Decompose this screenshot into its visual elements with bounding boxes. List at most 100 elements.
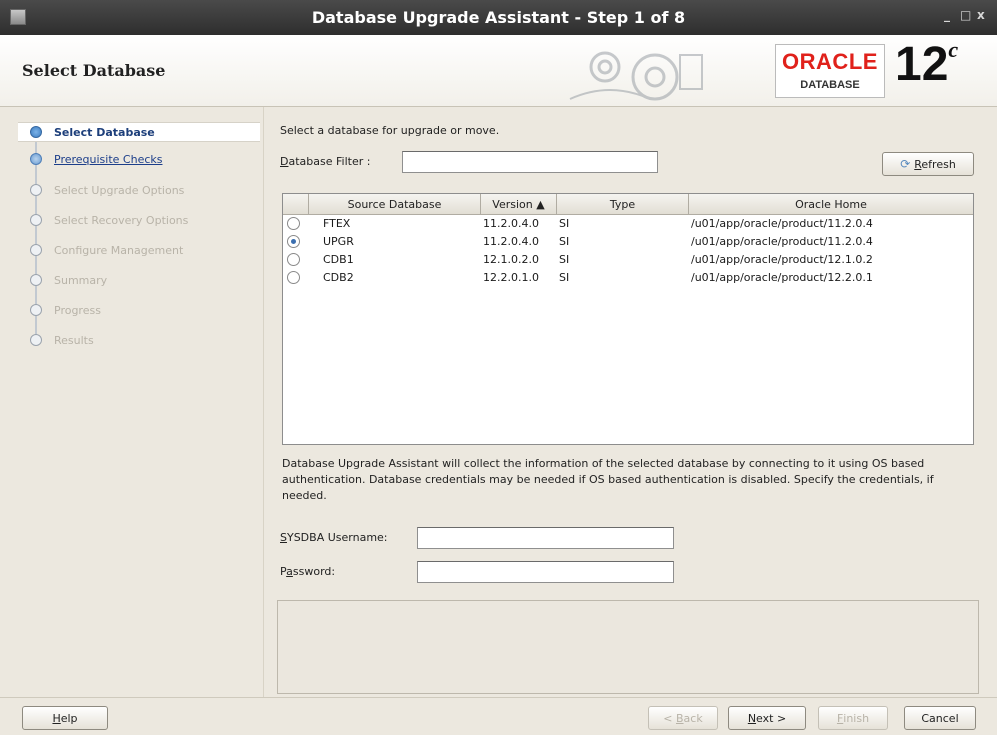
instruction-text: Select a database for upgrade or move. bbox=[280, 124, 500, 137]
step-navigator: Select Database Prerequisite Checks Sele… bbox=[18, 117, 260, 694]
oracle-logo-database: DATABASE bbox=[800, 79, 860, 91]
version-suffix: c bbox=[948, 37, 959, 62]
mnemonic: B bbox=[676, 711, 684, 725]
label-text: elp bbox=[60, 711, 78, 725]
row-radio[interactable] bbox=[287, 271, 300, 284]
column-header-version[interactable]: Version ▲ bbox=[481, 194, 557, 215]
cell-source: CDB1 bbox=[323, 253, 354, 266]
row-radio[interactable] bbox=[287, 217, 300, 230]
label-text: efresh bbox=[921, 157, 956, 171]
step-select-database[interactable]: Select Database bbox=[18, 122, 260, 142]
cell-oracle-home: /u01/app/oracle/product/11.2.0.4 bbox=[691, 217, 873, 230]
step-label: Progress bbox=[54, 303, 101, 317]
cell-source: CDB2 bbox=[323, 271, 354, 284]
password-label: Password: bbox=[280, 565, 335, 578]
panel-divider bbox=[263, 107, 264, 697]
step-pending-icon bbox=[30, 214, 42, 226]
step-results: Results bbox=[18, 330, 260, 350]
cell-oracle-home: /u01/app/oracle/product/11.2.0.4 bbox=[691, 235, 873, 248]
credentials-info-text: Database Upgrade Assistant will collect … bbox=[282, 457, 934, 502]
refresh-button[interactable]: ⟳ Refresh bbox=[882, 152, 974, 176]
column-header-source-database[interactable]: Source Database bbox=[309, 194, 481, 215]
step-current-icon bbox=[30, 126, 42, 138]
footer-divider bbox=[0, 697, 997, 698]
message-panel bbox=[277, 600, 979, 694]
sysdba-username-input[interactable] bbox=[417, 527, 674, 549]
version-number: 12 bbox=[895, 38, 949, 91]
step-label: Select Upgrade Options bbox=[54, 183, 185, 197]
cell-type: SI bbox=[559, 235, 570, 248]
cell-source: FTEX bbox=[323, 217, 351, 230]
step-label: Select Database bbox=[54, 125, 155, 139]
cell-oracle-home: /u01/app/oracle/product/12.1.0.2 bbox=[691, 253, 873, 266]
label-text: inish bbox=[843, 711, 870, 725]
table-row[interactable]: CDB2 12.2.0.1.0 SI /u01/app/oracle/produ… bbox=[283, 270, 973, 286]
step-select-upgrade-options: Select Upgrade Options bbox=[18, 180, 260, 200]
cell-version: 11.2.0.4.0 bbox=[483, 235, 539, 248]
next-button[interactable]: Next > bbox=[728, 706, 806, 730]
step-pending-icon bbox=[30, 274, 42, 286]
cell-version: 11.2.0.4.0 bbox=[483, 217, 539, 230]
version-badge: 12c bbox=[895, 38, 958, 91]
label-text: ssword: bbox=[292, 565, 336, 578]
window-title: Database Upgrade Assistant - Step 1 of 8 bbox=[311, 8, 686, 27]
step-pending-icon bbox=[30, 334, 42, 346]
cell-version: 12.2.0.1.0 bbox=[483, 271, 539, 284]
cell-type: SI bbox=[559, 271, 570, 284]
dbua-window: Database Upgrade Assistant - Step 1 of 8… bbox=[0, 0, 997, 735]
step-prerequisite-checks[interactable]: Prerequisite Checks bbox=[18, 149, 260, 169]
minimize-icon[interactable]: _ bbox=[944, 8, 950, 22]
page-title: Select Database bbox=[22, 61, 166, 80]
table-header: Source Database Version ▲ Type Oracle Ho… bbox=[283, 194, 973, 215]
step-summary: Summary bbox=[18, 270, 260, 290]
table-row[interactable]: UPGR 11.2.0.4.0 SI /u01/app/oracle/produ… bbox=[283, 234, 973, 250]
sysdba-username-label: SYSDBA Username: bbox=[280, 531, 388, 544]
password-input[interactable] bbox=[417, 561, 674, 583]
title-bar[interactable]: Database Upgrade Assistant - Step 1 of 8… bbox=[0, 0, 997, 35]
table-row[interactable]: FTEX 11.2.0.4.0 SI /u01/app/oracle/produ… bbox=[283, 216, 973, 232]
mnemonic: a bbox=[286, 565, 293, 578]
step-label: Prerequisite Checks bbox=[54, 152, 163, 166]
cancel-button[interactable]: Cancel bbox=[904, 706, 976, 730]
step-pending-icon bbox=[30, 184, 42, 196]
column-header-type[interactable]: Type bbox=[557, 194, 689, 215]
step-configure-management: Configure Management bbox=[18, 240, 260, 260]
step-label: Select Recovery Options bbox=[54, 213, 189, 227]
refresh-label: Refresh bbox=[914, 158, 956, 171]
column-header-oracle-home[interactable]: Oracle Home bbox=[689, 194, 973, 215]
step-pending-icon bbox=[30, 244, 42, 256]
mnemonic: N bbox=[747, 711, 757, 725]
cell-oracle-home: /u01/app/oracle/product/12.2.0.1 bbox=[691, 271, 873, 284]
finish-button[interactable]: Finish bbox=[818, 706, 888, 730]
label-text: YSDBA Username: bbox=[286, 531, 388, 544]
row-radio[interactable] bbox=[287, 235, 300, 248]
row-radio[interactable] bbox=[287, 253, 300, 266]
back-button[interactable]: < Back bbox=[648, 706, 718, 730]
cell-version: 12.1.0.2.0 bbox=[483, 253, 539, 266]
database-table: Source Database Version ▲ Type Oracle Ho… bbox=[282, 193, 974, 445]
refresh-icon: ⟳ bbox=[900, 157, 911, 171]
oracle-logo: ORACLE DATABASE bbox=[775, 44, 885, 98]
database-filter-label: Database Filter : bbox=[280, 155, 370, 168]
cell-type: SI bbox=[559, 217, 570, 230]
step-label: Summary bbox=[54, 273, 108, 287]
step-label: Configure Management bbox=[54, 243, 184, 257]
label-text: ext > bbox=[756, 711, 787, 725]
column-header-select bbox=[283, 194, 309, 215]
label-text: ack bbox=[683, 711, 703, 725]
mnemonic: H bbox=[52, 711, 61, 725]
maximize-icon[interactable]: □ bbox=[960, 8, 971, 22]
help-button[interactable]: Help bbox=[22, 706, 108, 730]
label-text: atabase Filter : bbox=[288, 155, 371, 168]
step-pending-icon bbox=[30, 304, 42, 316]
cell-source: UPGR bbox=[323, 235, 354, 248]
step-link-icon bbox=[30, 153, 42, 165]
step-select-recovery-options: Select Recovery Options bbox=[18, 210, 260, 230]
step-label: Results bbox=[54, 333, 94, 347]
cell-type: SI bbox=[559, 253, 570, 266]
table-row[interactable]: CDB1 12.1.0.2.0 SI /u01/app/oracle/produ… bbox=[283, 252, 973, 268]
step-progress: Progress bbox=[18, 300, 260, 320]
database-filter-input[interactable] bbox=[402, 151, 658, 173]
page-header: Select Database ORACLE DATABASE 12c bbox=[0, 35, 997, 107]
close-icon[interactable]: x bbox=[977, 8, 985, 22]
